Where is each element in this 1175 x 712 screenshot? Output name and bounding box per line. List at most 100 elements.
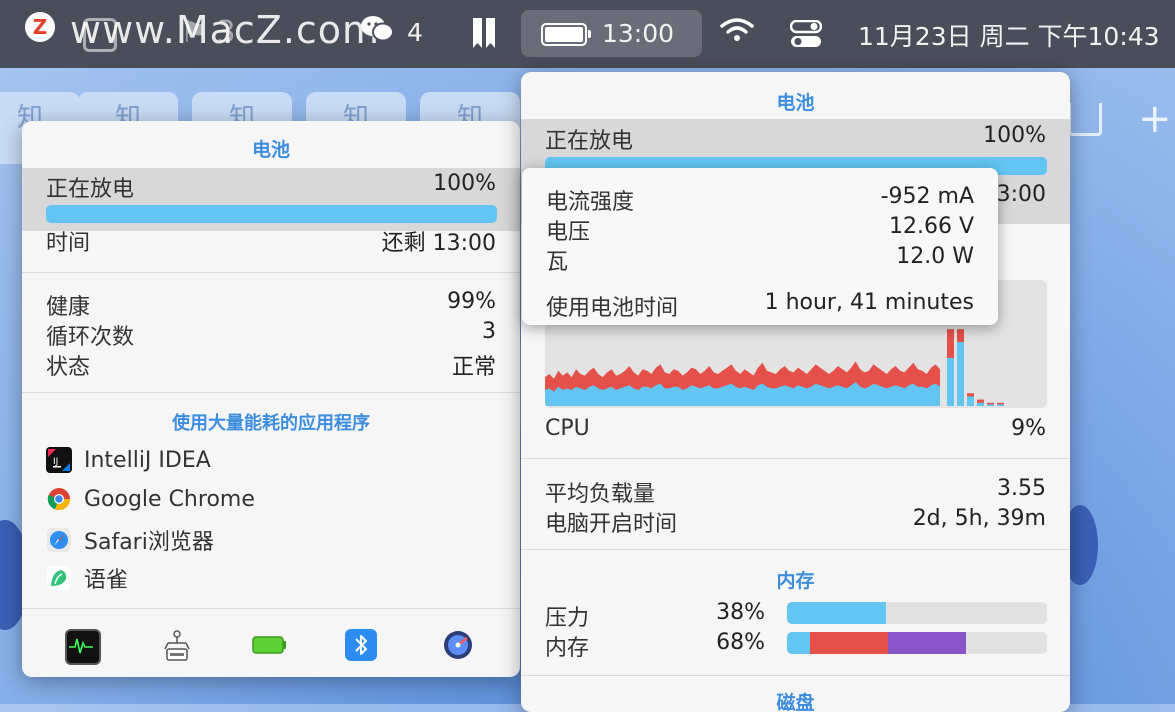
cpu-core-bar-user xyxy=(987,404,994,406)
apps-title: 使用大量能耗的应用程序 xyxy=(172,413,370,434)
uptime-row: 电脑开启时间 2d, 5h, 39m xyxy=(545,506,1046,538)
wifi-icon[interactable] xyxy=(720,16,754,51)
status-label: 状态 xyxy=(46,355,91,380)
chrome-icon xyxy=(46,486,72,512)
uptime-label: 电脑开启时间 xyxy=(545,512,678,537)
voltage-label: 电压 xyxy=(546,220,591,245)
usage-label: 使用电池时间 xyxy=(546,296,679,321)
app-name: Safari浏览器 xyxy=(84,530,214,555)
usage-row: 使用电池时间 1 hour, 41 minutes xyxy=(546,290,974,322)
cpu-core-bar-user xyxy=(947,358,954,406)
menu-bar: Z ⚑ 3 www.MacZ.com 4 13:00 11月23日 周二 下午1… xyxy=(0,0,1175,68)
divider xyxy=(521,675,1070,676)
disk-title: 磁盘 xyxy=(776,692,815,712)
add-icon[interactable]: + xyxy=(1138,96,1172,142)
divider xyxy=(22,392,520,393)
disk-icon[interactable] xyxy=(442,629,474,661)
current-value: -952 mA xyxy=(880,184,974,209)
app-row[interactable]: 语雀 xyxy=(46,562,128,594)
cpu-row: CPU 9% xyxy=(545,416,1046,441)
app-row[interactable]: Safari浏览器 xyxy=(46,524,214,556)
watt-label: 瓦 xyxy=(546,250,569,275)
pressure-bar xyxy=(787,602,1047,624)
divider xyxy=(22,608,520,609)
current-label: 电流强度 xyxy=(546,190,635,215)
battery-icon xyxy=(541,23,591,46)
memory-row: 内存 68% xyxy=(545,630,765,662)
cycles-label: 循环次数 xyxy=(46,325,135,350)
time-row: 时间 还剩 13:00 xyxy=(22,231,520,273)
app-name: IntelliJ IDEA xyxy=(84,447,211,473)
usage-value: 1 hour, 41 minutes xyxy=(764,290,974,315)
app-row[interactable]: IJ IntelliJ IDEA xyxy=(46,447,211,473)
bluetooth-icon[interactable] xyxy=(345,629,377,661)
activity-monitor-icon[interactable] xyxy=(65,629,101,665)
watermark: www.MacZ.com xyxy=(70,8,381,52)
cycles-value: 3 xyxy=(482,319,496,344)
battery-icon[interactable] xyxy=(252,629,286,661)
health-row: 健康 99% xyxy=(46,289,496,321)
memory-value: 68% xyxy=(716,630,765,655)
load-value: 3.55 xyxy=(997,476,1046,501)
divider xyxy=(521,458,1070,459)
state-value: 100% xyxy=(433,171,496,196)
state-label: 正在放电 xyxy=(46,177,135,202)
share-icon[interactable] xyxy=(1068,103,1102,136)
health-value: 99% xyxy=(447,289,496,314)
control-center-icon[interactable] xyxy=(789,19,823,55)
state-value: 100% xyxy=(983,123,1046,148)
load-label: 平均负载量 xyxy=(545,482,656,507)
memory-segment xyxy=(787,632,811,654)
cpu-value: 9% xyxy=(1011,416,1046,441)
health-label: 健康 xyxy=(46,295,91,320)
cycles-row: 循环次数 3 xyxy=(46,319,496,351)
state-row: 正在放电 100% xyxy=(545,123,1046,155)
wechat-count: 4 xyxy=(407,18,423,47)
bookmark-icon[interactable] xyxy=(470,16,498,57)
divider xyxy=(22,272,520,273)
watt-value: 12.0 W xyxy=(896,244,974,269)
battery-time: 13:00 xyxy=(602,19,675,48)
memory-title: 内存 xyxy=(776,570,815,592)
time-value: 还剩 13:00 xyxy=(381,231,496,256)
cpu-core-bar-user xyxy=(967,396,974,406)
charge-bar xyxy=(46,205,497,223)
current-row: 电流强度 -952 mA xyxy=(546,184,974,216)
yuque-icon xyxy=(46,565,72,591)
watt-row: 瓦 12.0 W xyxy=(546,244,974,276)
status-row: 状态 正常 xyxy=(46,349,496,381)
time-value: 3:00 xyxy=(996,182,1046,207)
battery-panel: 电池 正在放电 100% 时间 还剩 13:00 健康 99% 循环次数 3 状… xyxy=(22,121,520,677)
cpu-core-bar-user xyxy=(957,342,964,406)
load-row: 平均负载量 3.55 xyxy=(545,476,1046,508)
time-label: 时间 xyxy=(46,231,91,256)
memory-label: 内存 xyxy=(545,636,590,661)
network-icon[interactable] xyxy=(160,629,192,661)
intellij-icon: IJ xyxy=(46,447,72,473)
memory-bar xyxy=(787,632,1047,654)
cpu-core-bar-user xyxy=(997,404,1004,406)
voltage-value: 12.66 V xyxy=(888,214,974,239)
svg-text:IJ: IJ xyxy=(53,457,58,467)
battery-menubar-item[interactable]: 13:00 xyxy=(521,10,702,57)
memory-segment xyxy=(810,632,889,654)
panel-title: 电池 xyxy=(776,92,815,114)
uptime-value: 2d, 5h, 39m xyxy=(912,506,1046,531)
voltage-row: 电压 12.66 V xyxy=(546,214,974,246)
z-app-icon[interactable]: Z xyxy=(25,12,55,42)
safari-icon xyxy=(46,527,72,553)
divider xyxy=(521,549,1070,550)
status-value: 正常 xyxy=(451,355,496,380)
memory-segment xyxy=(787,602,886,624)
menubar-clock[interactable]: 11月23日 周二 下午10:43 xyxy=(858,17,1160,53)
state-label: 正在放电 xyxy=(545,129,634,154)
app-row[interactable]: Google Chrome xyxy=(46,486,255,512)
pressure-label: 压力 xyxy=(545,606,590,631)
panel-title: 电池 xyxy=(251,139,290,161)
memory-segment xyxy=(888,632,967,654)
wechat-icon[interactable] xyxy=(360,14,394,52)
app-name: 语雀 xyxy=(84,568,129,593)
cpu-core-bar-user xyxy=(977,402,984,406)
state-row: 正在放电 100% xyxy=(46,171,496,203)
cpu-label: CPU xyxy=(545,416,590,441)
